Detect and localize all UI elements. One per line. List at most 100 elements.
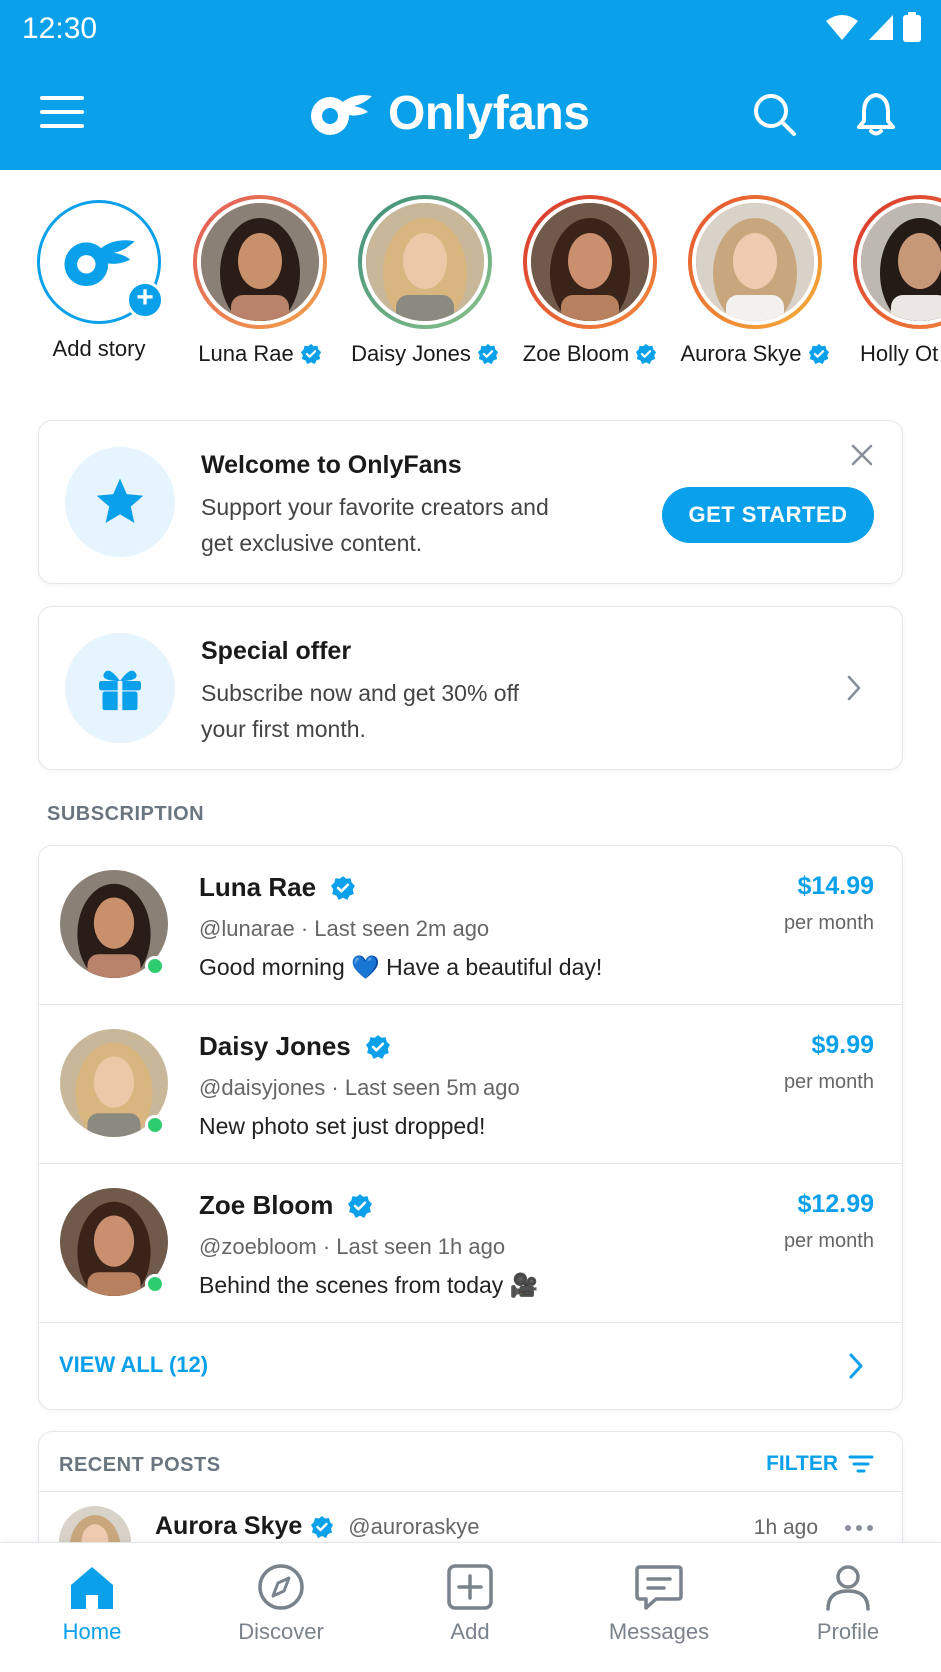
home-icon [71,1567,113,1609]
status-icons [825,12,921,42]
battery-icon [903,12,921,42]
creator-name: Daisy Jones [199,1031,391,1062]
creator-message: New photo set just dropped! [199,1113,486,1139]
close-icon[interactable] [848,441,876,469]
view-all-link[interactable]: VIEW ALL (12) [39,1323,902,1409]
recent-posts-label: RECENT POSTS [59,1454,221,1476]
story-holly[interactable]: Holly Ot [840,195,941,367]
top-app-bar: 12:30 Onlyfans [0,0,941,170]
search-icon[interactable] [750,90,798,138]
story-daisy-jones[interactable]: Daisy Jones [345,195,505,367]
offer-text: Subscribe now and get 30% off your first… [201,680,519,742]
welcome-title: Welcome to OnlyFans [201,451,462,479]
chevron-right-icon [849,1353,863,1379]
story-ring [358,195,492,329]
add-story-plus-icon[interactable]: + [126,281,164,319]
nav-label: Discover [238,1619,324,1644]
story-luna-rae[interactable]: Luna Rae [180,195,340,367]
story-avatar [857,199,941,325]
story-avatar [692,199,818,325]
nav-discover[interactable]: Discover [206,1563,356,1645]
nav-label: Home [62,1619,122,1644]
verified-badge-icon [311,1515,334,1538]
verified-badge-icon [365,1034,390,1059]
nav-home[interactable]: Home [17,1563,167,1645]
welcome-text: Support your favorite creators and get e… [201,494,549,556]
subscription-row[interactable]: Zoe Bloom @zoebloom · Last seen 1h ago B… [39,1164,902,1323]
story-name: Aurora Skye [675,341,835,367]
verified-badge-icon [636,343,657,365]
brand-logo-icon [311,94,372,135]
brand-logo-icon [64,240,135,287]
menu-button[interactable] [40,96,84,130]
offer-icon-circle [65,633,175,743]
online-indicator [145,1115,165,1135]
story-add[interactable]: + Add story [19,195,179,362]
bell-icon[interactable] [852,90,900,138]
story-ring [688,195,822,329]
creator-name: Luna Rae [199,872,356,903]
nav-label: Messages [608,1619,710,1644]
subscription-price: $12.99 [797,1190,874,1218]
add-story-ring[interactable]: + [37,200,164,324]
creator-name: Zoe Bloom [199,1190,373,1221]
subscription-price: $14.99 [797,872,874,900]
welcome-icon-circle [65,447,175,557]
brand-logo: Onlyfans [308,86,590,141]
subscription-section-label: SUBSCRIPTION [47,803,205,825]
filter-icon [848,1455,874,1473]
creator-meta: @zoebloom · Last seen 1h ago [199,1234,506,1259]
offer-title: Special offer [201,637,352,665]
online-indicator [145,956,165,976]
creator-message: Good morning 💙 Have a beautiful day! [199,954,603,980]
filter-label: FILTER [766,1452,838,1475]
nav-add[interactable]: Add [395,1563,545,1645]
nav-label: Add [450,1619,490,1644]
message-icon [635,1565,683,1610]
story-zoe-bloom[interactable]: Zoe Bloom [510,195,670,367]
creator-message: Behind the scenes from today 🎥 [199,1272,539,1298]
add-square-icon [447,1564,493,1610]
verified-badge-icon [300,343,321,365]
post-author: Aurora Skye [155,1512,303,1540]
story-aurora-skye[interactable]: Aurora Skye [675,195,835,367]
post-handle: @auroraskye [348,1513,480,1539]
brand-name: Onlyfans [388,87,590,140]
subscription-row[interactable]: Luna Rae @lunarae · Last seen 2m ago Goo… [39,846,902,1005]
get-started-button[interactable]: GET STARTED [662,487,874,543]
creator-meta: @daisyjones · Last seen 5m ago [199,1075,520,1100]
story-avatar [197,199,323,325]
verified-badge-icon [477,343,499,365]
nav-profile[interactable]: Profile [773,1563,923,1645]
signal-icon [869,15,893,40]
compass-icon [258,1564,304,1610]
story-name: Zoe Bloom [510,341,670,367]
creator-meta: @lunarae · Last seen 2m ago [199,916,490,941]
subscription-row[interactable]: Daisy Jones @daisyjones · Last seen 5m a… [39,1005,902,1164]
story-ring [193,195,327,329]
subscription-list: Luna Rae @lunarae · Last seen 2m ago Goo… [38,845,903,1410]
more-options-icon[interactable] [844,1524,874,1532]
story-ring [853,195,941,329]
price-period: per month [783,1230,874,1252]
star-icon [96,478,144,523]
view-all-label: VIEW ALL (12) [59,1352,209,1377]
filter-button[interactable]: FILTER [766,1452,874,1476]
verified-badge-icon [808,343,829,365]
post-time: 1h ago [753,1516,818,1539]
bottom-navigation: Home Discover Add Messages Profile [0,1542,941,1672]
chevron-right-icon[interactable] [844,673,864,703]
app-header: Onlyfans [0,80,941,150]
verified-badge-icon [331,875,355,900]
story-ring [523,195,657,329]
online-indicator [145,1274,165,1294]
nav-messages[interactable]: Messages [584,1563,734,1645]
verified-badge-icon [348,1193,373,1218]
story-avatar [527,199,653,325]
price-period: per month [783,912,874,934]
subscription-price: $9.99 [811,1031,874,1059]
story-avatar [362,199,488,325]
story-name: Luna Rae [180,341,340,367]
gift-icon [99,670,141,712]
special-offer-card[interactable]: Special offer Subscribe now and get 30% … [38,606,903,770]
